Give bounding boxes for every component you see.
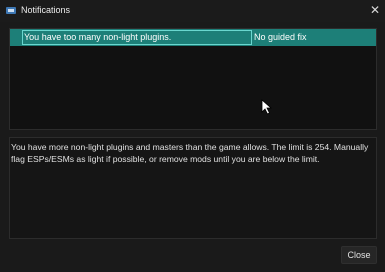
notification-message: You have too many non-light plugins. — [22, 30, 252, 45]
mouse-cursor-icon — [261, 99, 273, 115]
title-bar: Notifications ✕ — [0, 0, 385, 22]
notification-details: You have more non-light plugins and mast… — [9, 137, 377, 239]
window-title: Notifications — [21, 5, 71, 15]
details-text: You have more non-light plugins and mast… — [11, 142, 369, 164]
notification-list[interactable]: You have too many non-light plugins. No … — [9, 28, 377, 130]
close-button[interactable]: Close — [341, 246, 377, 264]
app-icon — [6, 7, 16, 14]
notification-row[interactable]: You have too many non-light plugins. No … — [10, 29, 376, 46]
close-icon[interactable]: ✕ — [368, 2, 382, 18]
notification-fix: No guided fix — [254, 32, 307, 42]
